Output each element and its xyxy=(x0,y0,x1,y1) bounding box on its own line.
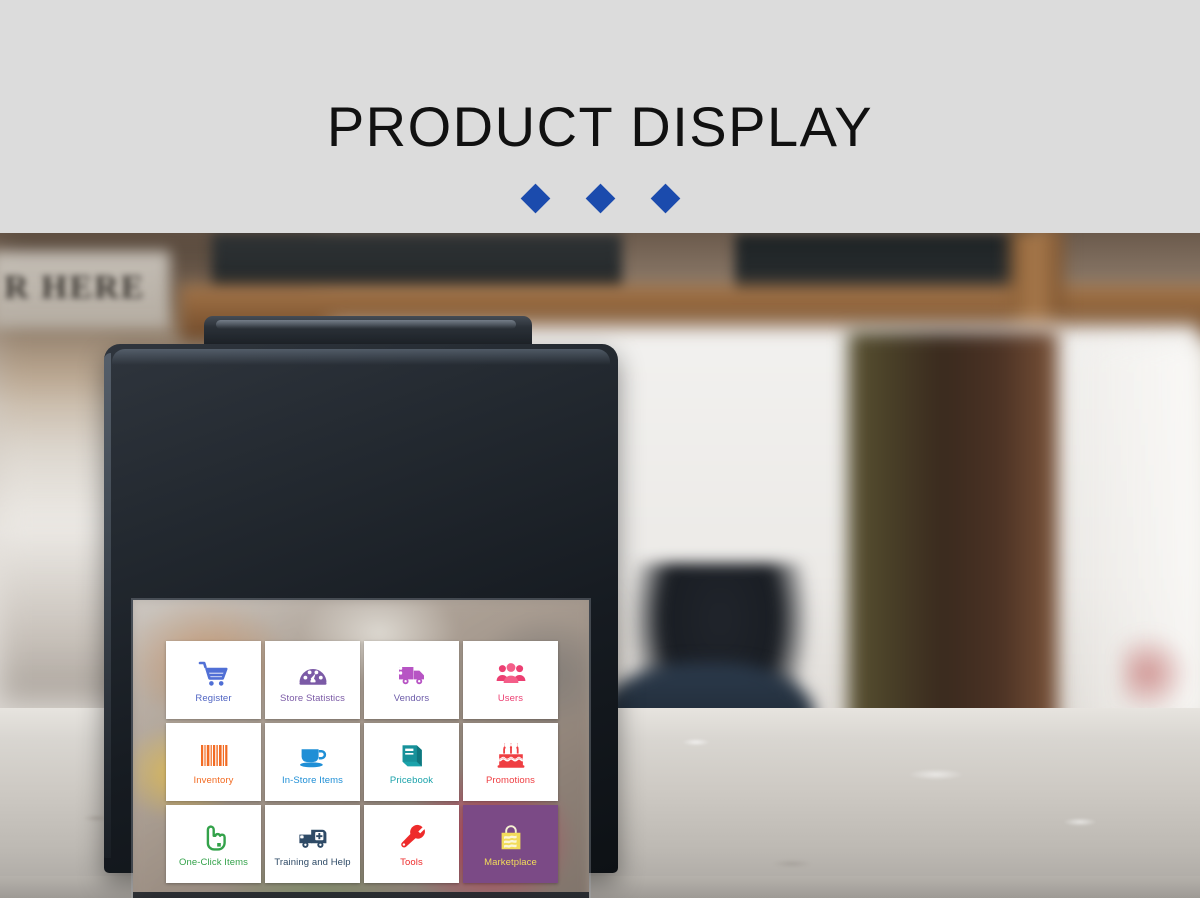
coffee-cup-icon xyxy=(265,738,360,774)
tile-tools[interactable]: Tools xyxy=(364,805,459,883)
pos-terminal: Register Store Statistics Vendors Users … xyxy=(0,233,1200,898)
tile-label: Register xyxy=(195,692,232,704)
delivery-truck-icon xyxy=(364,656,459,692)
terminal-bezel-highlight xyxy=(112,349,610,365)
product-photo-scene: R HERE Register Store Statistics Vendors… xyxy=(0,233,1200,898)
tile-in-store-items[interactable]: In-Store Items xyxy=(265,723,360,801)
tile-label: Store Statistics xyxy=(280,692,345,704)
tile-label: Users xyxy=(497,692,524,704)
page-title: PRODUCT DISPLAY xyxy=(326,95,874,158)
tile-label: Tools xyxy=(400,856,423,868)
book-icon xyxy=(364,738,459,774)
birthday-cake-icon xyxy=(463,738,558,774)
ambulance-icon xyxy=(265,820,360,856)
banner-ornaments xyxy=(0,183,1200,214)
terminal-bezel-left-edge xyxy=(104,353,111,858)
tile-label: Inventory xyxy=(193,774,234,786)
tile-training-and-help[interactable]: Training and Help xyxy=(265,805,360,883)
tile-vendors[interactable]: Vendors xyxy=(364,641,459,719)
people-group-icon xyxy=(463,656,558,692)
tile-label: Pricebook xyxy=(389,774,434,786)
diamond-icon-3 xyxy=(650,183,680,214)
shopping-cart-icon xyxy=(166,656,261,692)
tile-inventory[interactable]: Inventory xyxy=(166,723,261,801)
tile-promotions[interactable]: Promotions xyxy=(463,723,558,801)
pos-screen[interactable]: Register Store Statistics Vendors Users … xyxy=(133,600,589,898)
tile-one-click-items[interactable]: One-Click Items xyxy=(166,805,261,883)
diamond-icon-1 xyxy=(520,183,550,214)
diamond-icon-2 xyxy=(585,183,615,214)
tile-label: Vendors xyxy=(393,692,430,704)
tile-register[interactable]: Register xyxy=(166,641,261,719)
tile-store-statistics[interactable]: Store Statistics xyxy=(265,641,360,719)
tile-label: Training and Help xyxy=(274,856,351,868)
barcode-icon xyxy=(166,738,261,774)
shopping-bag-icon xyxy=(463,820,558,856)
tile-label: Promotions xyxy=(485,774,536,786)
tile-pricebook[interactable]: Pricebook xyxy=(364,723,459,801)
tile-label: In-Store Items xyxy=(281,774,344,786)
tile-marketplace[interactable]: Marketplace xyxy=(463,805,558,883)
tile-label: Marketplace xyxy=(484,856,537,868)
gauge-icon xyxy=(265,656,360,692)
page-header-banner: PRODUCT DISPLAY xyxy=(0,0,1200,233)
tile-users[interactable]: Users xyxy=(463,641,558,719)
wrench-icon xyxy=(364,820,459,856)
app-tile-grid: Register Store Statistics Vendors Users … xyxy=(166,641,558,887)
tile-label: One-Click Items xyxy=(178,856,249,868)
screen-taskbar: Hi, Administrator xyxy=(133,892,589,898)
pointing-hand-icon xyxy=(166,820,261,856)
terminal-top-mount-highlight xyxy=(216,320,516,329)
